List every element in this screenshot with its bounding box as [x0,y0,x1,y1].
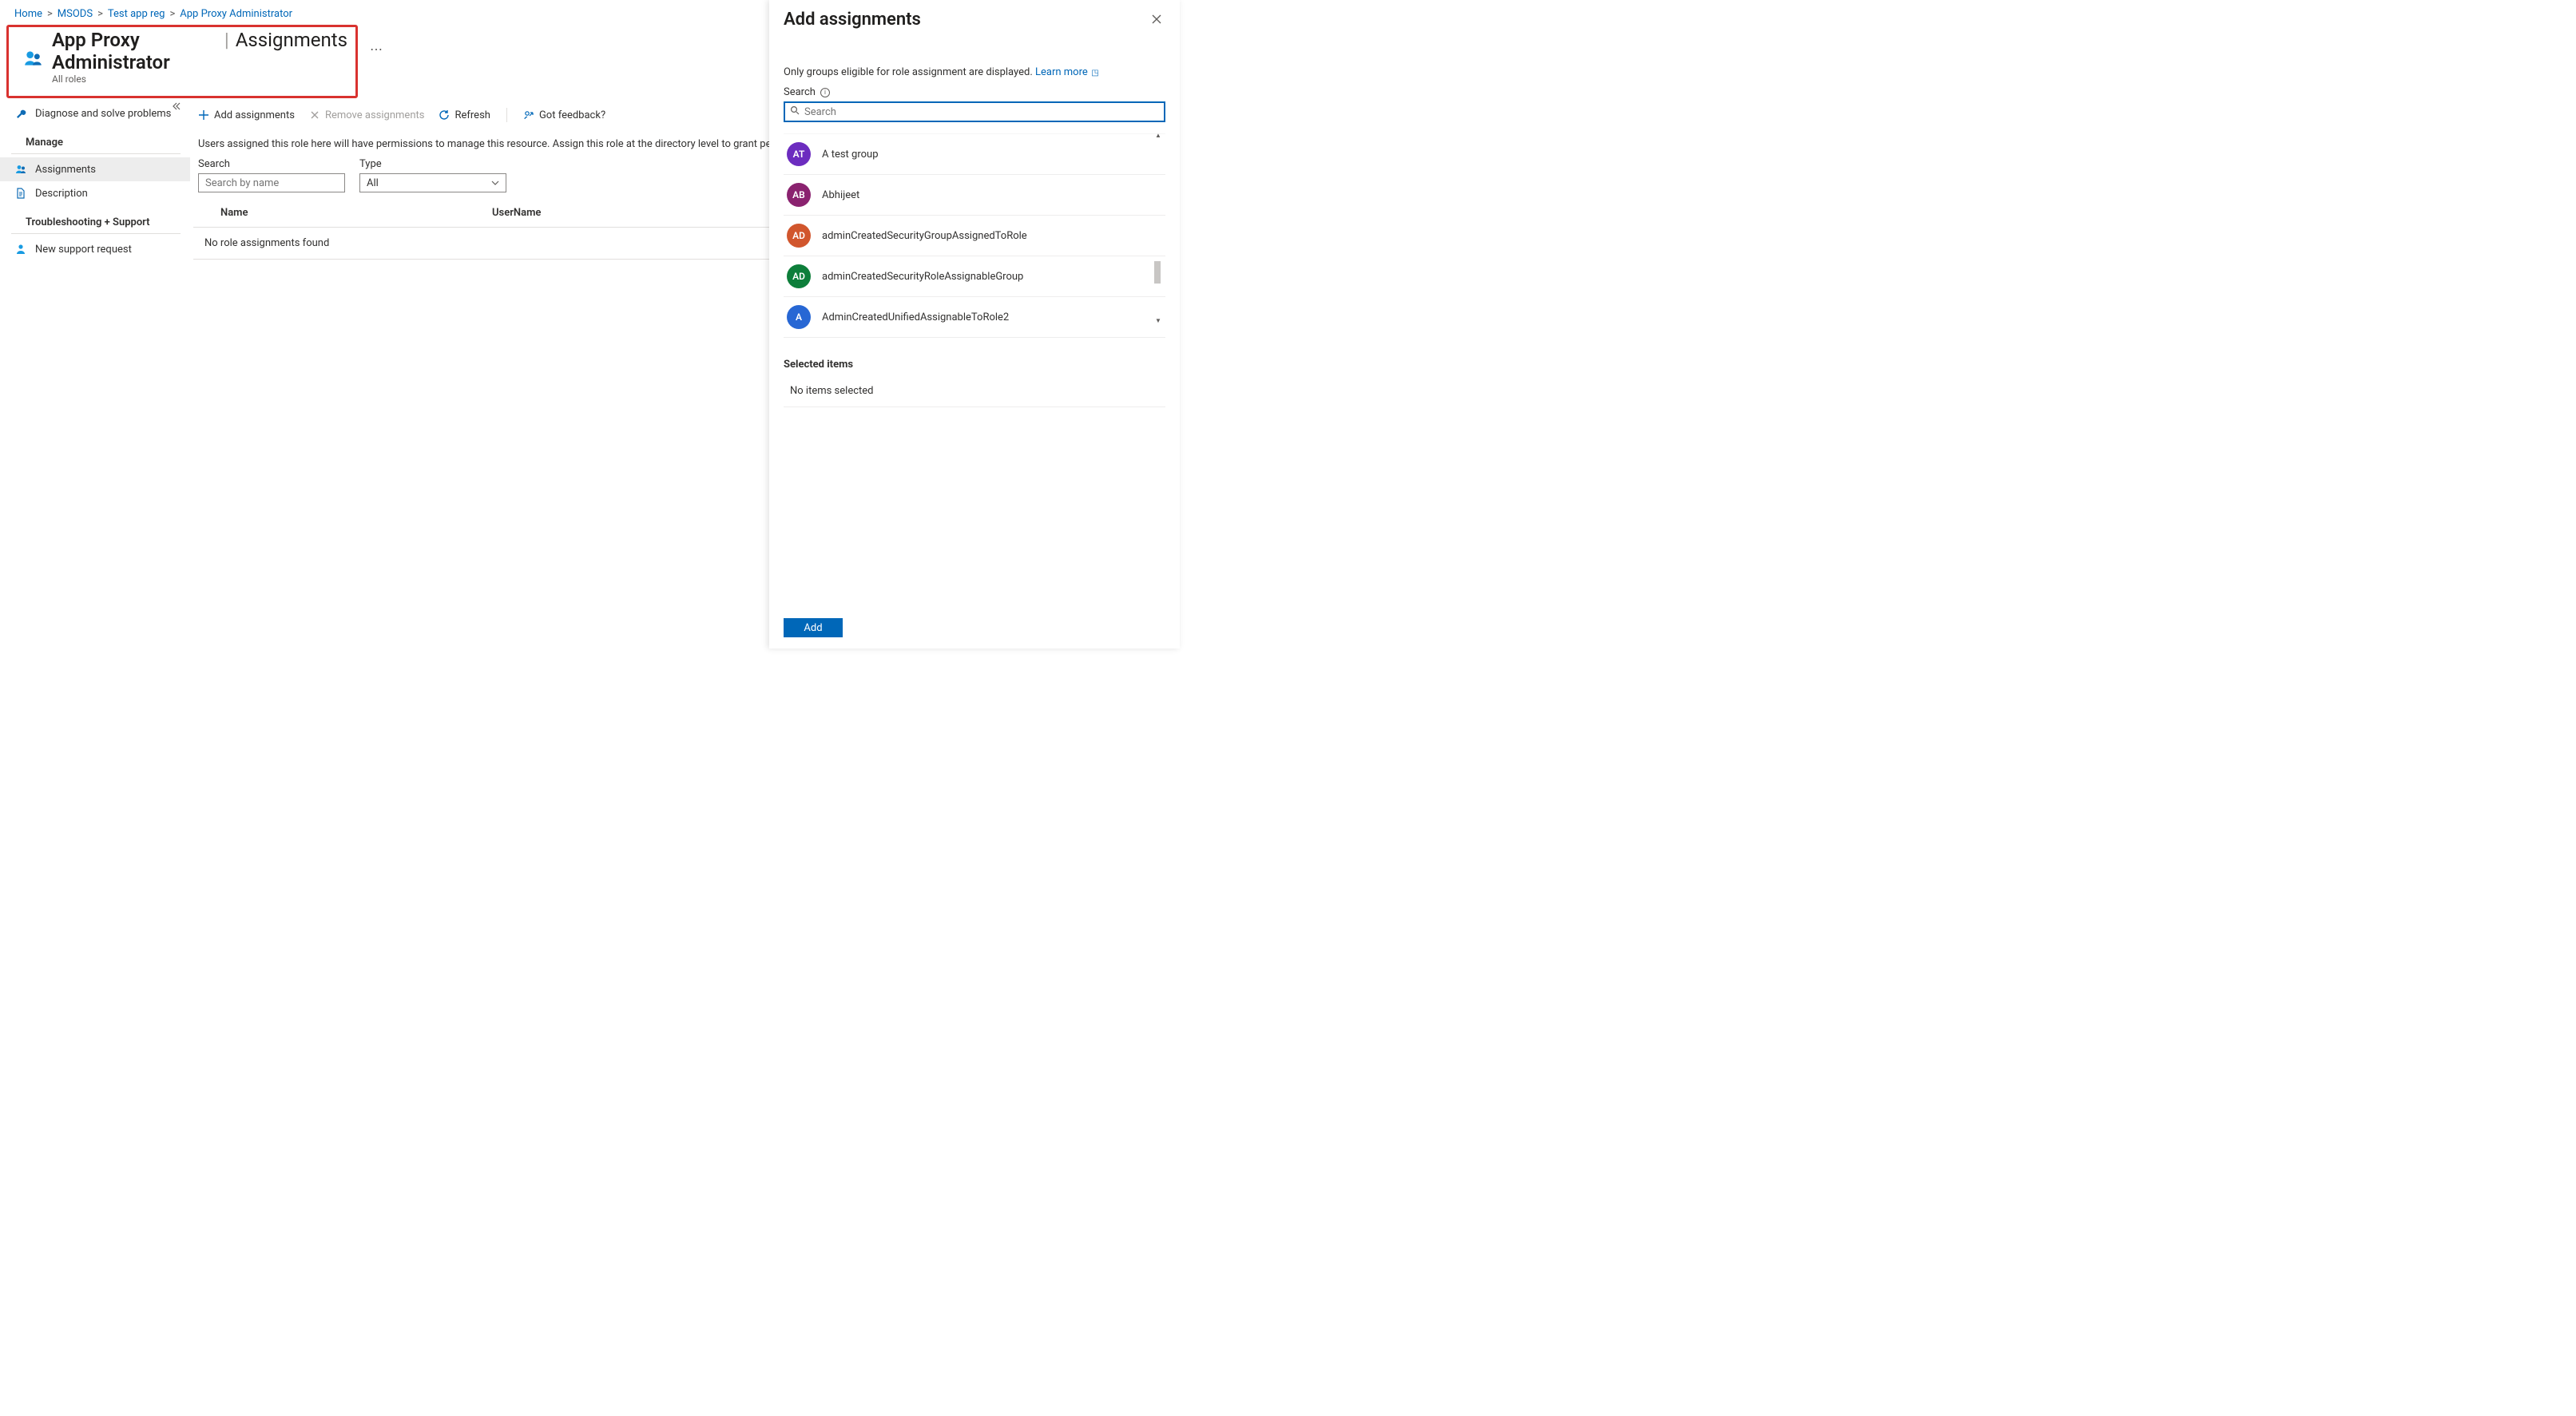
sidebar-heading-support: Troubleshooting + Support [11,205,181,234]
external-link-icon: ◳ [1090,69,1099,77]
toolbar-label: Add assignments [214,109,295,121]
breadcrumb-home[interactable]: Home [14,8,42,20]
refresh-button[interactable]: Refresh [439,109,490,121]
support-icon [14,243,27,256]
collapse-sidebar-icon[interactable] [171,101,181,113]
x-icon [309,109,320,121]
sidebar-item-new-support[interactable]: New support request [0,237,190,261]
breadcrumb-separator: > [97,8,103,20]
toolbar-label: Got feedback? [539,109,605,121]
breadcrumb-test-app-reg[interactable]: Test app reg [108,8,165,20]
breadcrumb-separator: > [169,8,175,20]
remove-assignments-button: Remove assignments [309,109,425,121]
type-dropdown[interactable]: All [359,173,506,192]
group-row[interactable]: A AdminCreatedUnifiedAssignableToRole2 [784,297,1165,338]
breadcrumb-separator: > [47,8,53,20]
blade-search-label: Search i [784,86,1165,98]
type-label: Type [359,158,506,170]
note-text: Only groups eligible for role assignment… [784,66,1033,78]
selected-items-empty: No items selected [784,379,1165,407]
users-icon [14,163,27,176]
blade-title: Add assignments [784,10,921,30]
group-name: AdminCreatedUnifiedAssignableToRole2 [822,311,1009,323]
scrollbar[interactable] [1154,261,1162,453]
refresh-icon [439,109,450,121]
wrench-icon [14,107,27,120]
toolbar-label: Remove assignments [325,109,425,121]
plus-icon [198,109,209,121]
page-header: App Proxy Administrator | Assignments Al… [6,25,358,98]
avatar: AT [787,142,811,166]
add-assignments-blade: Add assignments Only groups eligible for… [769,0,1180,649]
chevron-down-icon [491,179,499,188]
sidebar-item-diagnose[interactable]: Diagnose and solve problems [0,101,190,125]
add-button[interactable]: Add [784,618,843,637]
group-row[interactable]: AD adminCreatedSecurityGroupAssignedToRol… [784,216,1165,256]
add-assignments-button[interactable]: Add assignments [198,109,295,121]
sidebar-item-label: Assignments [35,164,96,176]
type-dropdown-value: All [367,177,379,189]
breadcrumb-msods[interactable]: MSODS [58,8,93,20]
search-label: Search [198,158,345,170]
sidebar-heading-manage: Manage [11,125,181,154]
document-icon [14,187,27,200]
selected-items-heading: Selected items [784,359,1165,371]
avatar: AD [787,264,811,288]
page-title-sub: Assignments [236,29,347,51]
group-name: Abhijeet [822,189,859,201]
blade-search-box[interactable] [784,101,1165,122]
sidebar-item-assignments[interactable]: Assignments [0,157,190,181]
scroll-down-icon[interactable]: ▼ [1154,317,1162,324]
close-button[interactable] [1148,10,1165,31]
column-name[interactable]: Name [220,207,476,219]
group-row[interactable]: AB Abhijeet [784,175,1165,216]
scroll-up-icon[interactable]: ▲ [1154,132,1162,139]
learn-more-link[interactable]: Learn more ◳ [1035,66,1099,78]
sidebar-item-label: Diagnose and solve problems [35,108,171,120]
page-title-main: App Proxy Administrator [52,29,218,73]
sidebar: Diagnose and solve problems Manage Assig… [0,98,190,681]
avatar: AD [787,224,811,248]
feedback-button[interactable]: Got feedback? [523,109,605,121]
page-subtitle: All roles [52,73,347,85]
search-input[interactable] [198,173,345,192]
eligibility-note: Only groups eligible for role assignment… [784,66,1165,78]
group-name: A test group [822,149,879,161]
info-icon[interactable]: i [820,88,830,97]
feedback-icon [523,109,534,121]
toolbar-separator [506,108,507,122]
more-button[interactable]: ⋯ [370,42,384,57]
toolbar-label: Refresh [454,109,490,121]
group-row[interactable]: AT A test group [784,134,1165,175]
roles-icon [23,48,44,69]
blade-search-input[interactable] [804,106,1159,118]
blade-footer: Add [784,610,1165,649]
group-name: adminCreatedSecurityGroupAssignedToRole [822,230,1027,242]
group-name: adminCreatedSecurityRoleAssignableGroup [822,271,1023,283]
avatar: A [787,305,811,329]
sidebar-item-label: Description [35,188,88,200]
groups-list: AT A test group AB Abhijeet AD adminCreatedSe… [784,133,1165,338]
avatar: AB [787,183,811,207]
title-separator: | [224,29,229,51]
search-icon [790,105,800,118]
sidebar-item-label: New support request [35,244,132,256]
sidebar-item-description[interactable]: Description [0,181,190,205]
breadcrumb-app-proxy-admin[interactable]: App Proxy Administrator [180,8,292,20]
group-row[interactable]: AD adminCreatedSecurityRoleAssignableGrou… [784,256,1165,297]
